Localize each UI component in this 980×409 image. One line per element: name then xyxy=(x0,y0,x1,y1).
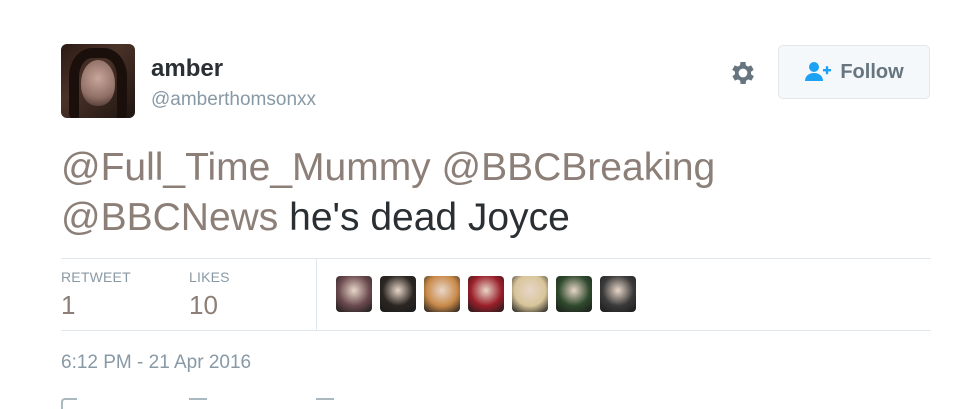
mention-link[interactable]: @BBCBreaking xyxy=(442,146,716,189)
follow-label: Follow xyxy=(840,60,904,83)
mention-link[interactable]: @Full_Time_Mummy xyxy=(61,146,431,189)
mention-link[interactable]: @BBCNews xyxy=(61,196,278,239)
liker-avatar-6[interactable] xyxy=(556,276,592,312)
likes-count[interactable]: 10 xyxy=(189,290,218,321)
liker-avatar-5[interactable] xyxy=(512,276,548,312)
user-handle[interactable]: @amberthomsonxx xyxy=(151,89,316,111)
liker-avatar-7[interactable] xyxy=(600,276,636,312)
stats-bottom-divider xyxy=(61,330,931,331)
avatar-face xyxy=(81,60,115,106)
tweet-timestamp[interactable]: 6:12 PM - 21 Apr 2016 xyxy=(61,352,251,374)
liker-avatar-3[interactable] xyxy=(424,276,460,312)
likes-label[interactable]: LIKES xyxy=(189,269,230,285)
tweet-text: @Full_Time_Mummy @BBCBreaking @BBCNews h… xyxy=(61,143,941,243)
stats-vertical-divider xyxy=(316,258,317,330)
liker-avatar-1[interactable] xyxy=(336,276,372,312)
add-user-icon xyxy=(805,62,832,81)
retweets-count[interactable]: 1 xyxy=(61,290,75,321)
profile-avatar[interactable] xyxy=(61,44,135,118)
like-icon[interactable] xyxy=(316,398,334,407)
liker-avatar-4[interactable] xyxy=(468,276,504,312)
reply-icon[interactable] xyxy=(61,398,77,409)
retweet-icon[interactable] xyxy=(189,398,207,407)
gear-icon[interactable] xyxy=(728,58,758,88)
likers-avatar-row xyxy=(336,276,636,312)
retweets-label[interactable]: RETWEET xyxy=(61,269,131,285)
follow-button[interactable]: Follow xyxy=(778,45,930,99)
liker-avatar-2[interactable] xyxy=(380,276,416,312)
tweet-body: he's dead Joyce xyxy=(289,196,570,239)
stats-top-divider xyxy=(61,258,931,259)
display-name[interactable]: amber xyxy=(151,55,223,83)
